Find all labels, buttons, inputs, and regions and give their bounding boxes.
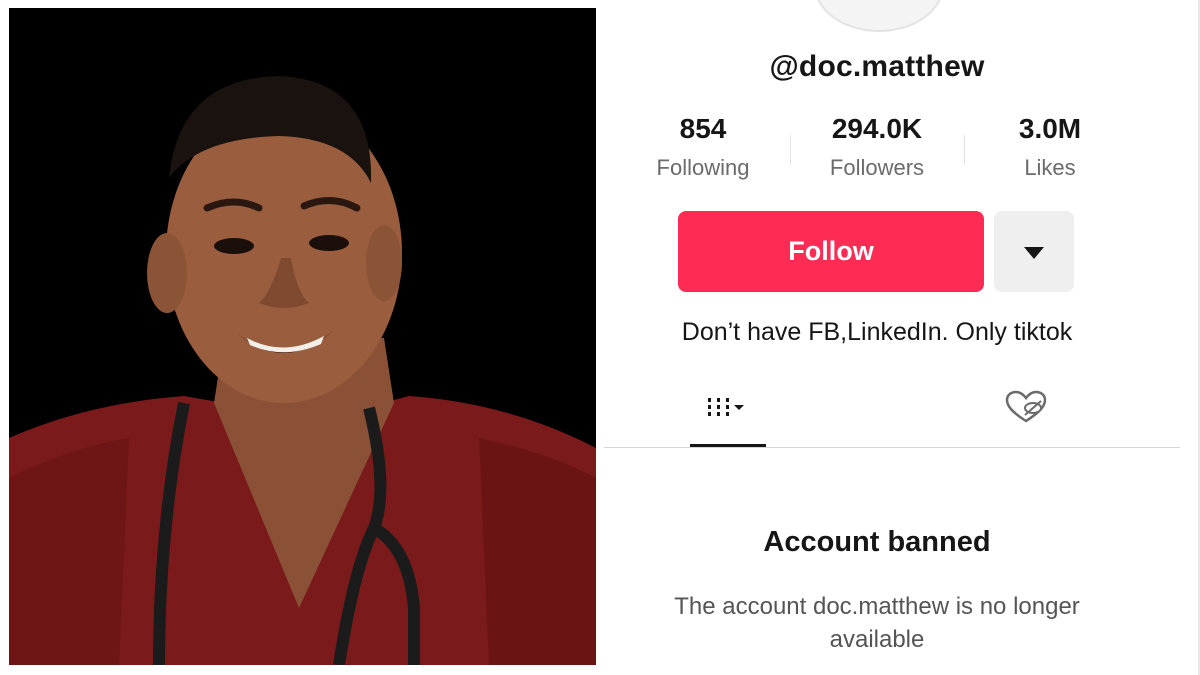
avatar[interactable]: [814, 0, 944, 32]
liked-hidden-icon: [1005, 390, 1047, 423]
tiktok-profile-panel: @doc.matthew 854 Following 294.0K Follow…: [604, 0, 1200, 675]
more-options-button[interactable]: [994, 211, 1074, 292]
caret-down-icon: [1024, 247, 1044, 259]
account-banned-title: Account banned: [763, 526, 991, 558]
profile-tabs: [604, 385, 1200, 449]
tabs-divider: [604, 447, 1180, 448]
stat-label: Following: [656, 155, 750, 180]
videos-grid-icon: [708, 398, 744, 416]
stat-divider: [790, 135, 791, 165]
stat-followers[interactable]: 294.0K Followers: [814, 113, 940, 181]
profile-username: @doc.matthew: [769, 50, 985, 83]
stat-value: 3.0M: [1018, 113, 1082, 144]
stat-value: 854: [679, 113, 727, 144]
stat-following[interactable]: 854 Following: [648, 113, 758, 181]
stat-likes: 3.0M Likes: [1000, 113, 1100, 181]
tab-liked[interactable]: [1000, 385, 1052, 447]
tab-videos[interactable]: [690, 385, 766, 447]
stat-value: 294.0K: [831, 113, 923, 144]
composite-image: @doc.matthew 854 Following 294.0K Follow…: [0, 0, 1200, 675]
stat-divider: [964, 135, 965, 165]
banned-desc-line: The account doc.matthew is no longer: [674, 593, 1080, 620]
stat-label: Followers: [829, 155, 925, 180]
stat-label: Likes: [1024, 155, 1076, 180]
follow-button[interactable]: Follow: [678, 211, 984, 292]
banned-desc-line: available: [829, 626, 925, 653]
doctor-portrait-illustration: [9, 8, 596, 665]
profile-bio: Don’t have FB,LinkedIn. Only tiktok: [681, 318, 1073, 346]
profile-photo: [9, 8, 596, 665]
account-banned-description: The account doc.matthew is no longer ava…: [632, 590, 1122, 656]
profile-stats: 854 Following 294.0K Followers 3.0M Like…: [604, 113, 1150, 193]
